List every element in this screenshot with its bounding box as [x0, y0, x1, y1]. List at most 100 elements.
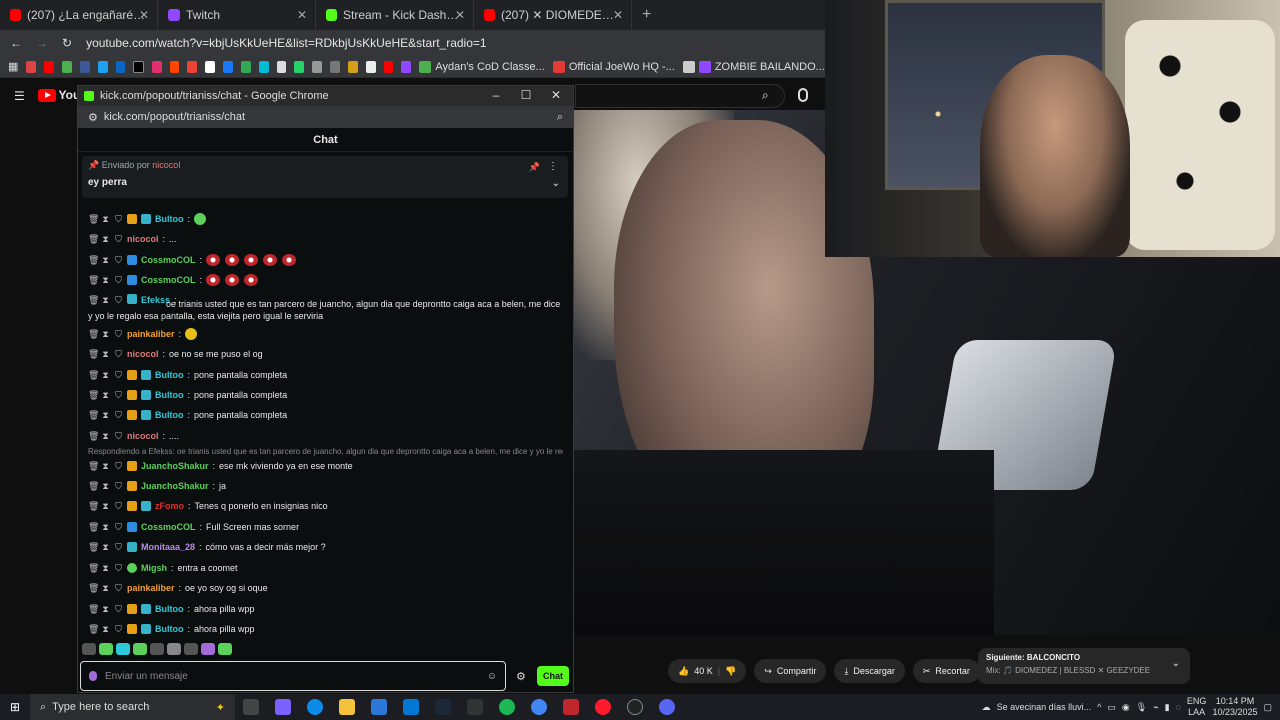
search-icon[interactable]: ⌕ — [762, 88, 769, 103]
emote-icon[interactable] — [82, 643, 96, 655]
timeout-icon[interactable]: ⧗ — [101, 460, 110, 472]
close-tab-icon[interactable]: ✕ — [455, 8, 465, 22]
send-chat-button[interactable]: Chat — [537, 666, 569, 686]
close-tab-icon[interactable]: ✕ — [139, 8, 149, 22]
menu-icon[interactable]: ☰ — [14, 89, 25, 103]
task-view-icon[interactable] — [243, 699, 259, 715]
chat-message[interactable]: 🗑 ⧗ ⛉ painkaliber: oe yo soy og si oque — [88, 582, 563, 594]
shield-icon[interactable]: ⛉ — [114, 541, 123, 553]
chat-window-titlebar[interactable]: kick.com/popout/trianiss/chat - Google C… — [78, 86, 573, 106]
delete-icon[interactable]: 🗑 — [88, 460, 99, 472]
timeout-icon[interactable]: ⧗ — [101, 348, 110, 360]
discord-icon[interactable] — [659, 699, 675, 715]
bookmark-icon[interactable] — [205, 60, 216, 73]
delete-icon[interactable]: 🗑 — [88, 623, 99, 635]
chat-message[interactable]: 🗑 ⧗ ⛉ zFomo: Tenes q ponerlo en insignias ni… — [88, 500, 563, 512]
back-icon[interactable]: ← — [10, 36, 22, 50]
minimize-icon[interactable]: – — [481, 86, 511, 106]
chat-username[interactable]: Bultoo — [155, 603, 184, 615]
youtube-icon[interactable] — [383, 60, 394, 73]
timeout-icon[interactable]: ⧗ — [101, 521, 110, 533]
bookmark-icon[interactable] — [330, 60, 340, 73]
shield-icon[interactable]: ⛉ — [114, 328, 123, 340]
chat-username[interactable]: JuanchoShakur — [141, 480, 209, 492]
delete-icon[interactable]: 🗑 — [88, 389, 99, 401]
chat-username[interactable]: nicocol — [127, 430, 159, 442]
zoom-icon[interactable]: ⌕ — [557, 111, 563, 124]
emote-icon[interactable] — [218, 643, 232, 655]
bookmark-icon[interactable] — [240, 60, 251, 73]
timeout-icon[interactable]: ⧗ — [101, 328, 110, 340]
shield-icon[interactable]: ⛉ — [114, 430, 123, 442]
shield-icon[interactable]: ⛉ — [114, 521, 123, 533]
timeout-icon[interactable]: ⧗ — [101, 480, 110, 492]
bookmark-aydan[interactable]: Aydan's CoD Classe... — [419, 60, 545, 73]
shield-icon[interactable]: ⛉ — [114, 348, 123, 360]
chat-input[interactable]: Enviar un mensaje ☺ — [80, 661, 506, 691]
delete-icon[interactable]: 🗑 — [88, 430, 99, 442]
chat-username[interactable]: Bultoo — [155, 623, 184, 635]
forward-icon[interactable]: → — [36, 36, 48, 50]
browser-tab-kick[interactable]: Stream - Kick Dashboard ✕ — [316, 0, 474, 30]
shield-icon[interactable]: ⛉ — [114, 603, 123, 615]
emote-icon[interactable] — [184, 643, 198, 655]
taskbar-search[interactable]: ⌕ Type here to search ✦ — [30, 694, 235, 720]
whatsapp-icon[interactable] — [294, 60, 305, 73]
app-icon[interactable] — [563, 699, 579, 715]
apps-icon[interactable]: ▦ — [8, 60, 18, 73]
windows-start-icon[interactable]: ⊞ — [0, 700, 30, 714]
timeout-icon[interactable]: ⧗ — [101, 603, 110, 615]
network-icon[interactable]: ▭ — [1107, 702, 1116, 713]
timeout-icon[interactable]: ⧗ — [101, 430, 110, 442]
delete-icon[interactable]: 🗑 — [88, 541, 99, 553]
clock[interactable]: 10:14 PM 10/23/2025 — [1212, 696, 1257, 718]
timeout-icon[interactable]: ⧗ — [101, 541, 110, 553]
maximize-icon[interactable]: ☐ — [511, 86, 541, 106]
facebook-icon[interactable] — [223, 60, 233, 73]
chat-message[interactable]: 🗑 ⧗ ⛉ Bultoo: pone pantalla completa — [88, 369, 563, 381]
shield-icon[interactable]: ⛉ — [114, 409, 123, 421]
microphone-icon[interactable]: 🎙 — [1136, 702, 1147, 713]
close-tab-icon[interactable]: ✕ — [297, 8, 307, 22]
shield-icon[interactable]: ⛉ — [114, 480, 123, 492]
timeout-icon[interactable]: ⧗ — [101, 233, 110, 245]
chat-username[interactable]: Monitaaa_28 — [141, 541, 195, 553]
chat-username[interactable]: nicocol — [127, 233, 159, 245]
delete-icon[interactable]: 🗑 — [88, 233, 99, 245]
timeout-icon[interactable]: ⧗ — [101, 274, 110, 286]
steam-icon[interactable] — [435, 699, 451, 715]
bookmark-zombie[interactable]: ZOMBIE BAILANDO... — [682, 60, 825, 73]
app-icon[interactable] — [467, 699, 483, 715]
close-icon[interactable]: ✕ — [541, 86, 571, 106]
close-tab-icon[interactable]: ✕ — [613, 8, 623, 22]
chat-message[interactable]: 🗑 ⧗ ⛉ nicocol: oe no se me puso el og — [88, 348, 563, 360]
shield-icon[interactable]: ⛉ — [114, 623, 123, 635]
shield-icon[interactable]: ⛉ — [114, 233, 123, 245]
delete-icon[interactable]: 🗑 — [88, 409, 99, 421]
chat-username[interactable]: zFomo — [155, 500, 184, 512]
chat-message[interactable]: 🗑 ⧗ ⛉ Bultoo: — [88, 213, 563, 225]
chat-message[interactable]: 🗑 ⧗ ⛉ nicocol:.... — [88, 430, 563, 442]
chat-username[interactable]: painkaliber — [127, 328, 175, 340]
delete-icon[interactable]: 🗑 — [88, 274, 99, 286]
timeout-icon[interactable]: ⧗ — [101, 409, 110, 421]
shield-icon[interactable]: ⛉ — [114, 500, 123, 512]
battery-icon[interactable]: ▮ — [1165, 702, 1170, 713]
chat-message[interactable]: 🗑 ⧗ ⛉ Bultoo: ahora pilla wpp — [88, 603, 563, 615]
shield-icon[interactable]: ⛉ — [114, 274, 123, 286]
site-info-icon[interactable]: ⚙ — [88, 111, 98, 124]
delete-icon[interactable]: 🗑 — [88, 254, 99, 266]
chat-username[interactable]: painkaliber — [127, 582, 175, 594]
shield-icon[interactable]: ⛉ — [114, 254, 123, 266]
chat-message[interactable]: 🗑 ⧗ ⛉ JuanchoShakur: ja — [88, 480, 563, 492]
chat-message[interactable]: 🗑 ⧗ ⛉ Migsh: entra a coomet — [88, 562, 563, 574]
kick-emote-icon[interactable] — [89, 671, 97, 681]
delete-icon[interactable]: 🗑 — [88, 369, 99, 381]
emote-icon[interactable] — [150, 643, 164, 655]
clip-button[interactable]: ✂ Recortar — [912, 659, 980, 683]
store-icon[interactable] — [371, 699, 387, 715]
new-tab-icon[interactable]: + — [632, 6, 651, 24]
obs-icon[interactable] — [627, 699, 643, 715]
timeout-icon[interactable]: ⧗ — [101, 500, 110, 512]
settings-gear-icon[interactable]: ⚙ — [516, 670, 526, 683]
